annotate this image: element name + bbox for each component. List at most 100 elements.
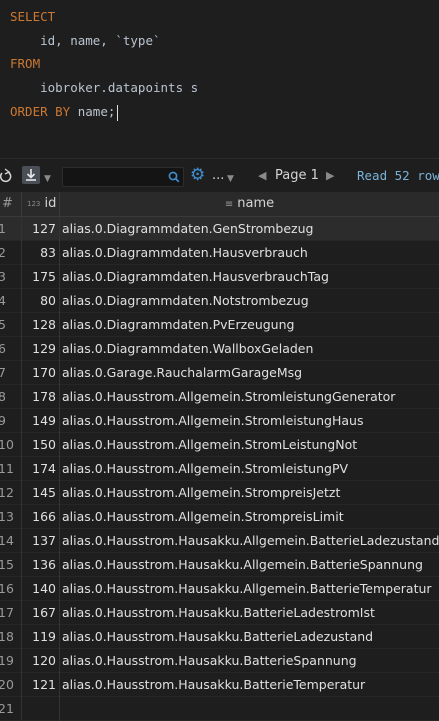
cell-name[interactable]: alias.0.Hausstrom.Allgemein.Stromleistun… [62,409,363,433]
table-row[interactable]: 14 137 alias.0.Hausstrom.Hausakku.Allgemei… [0,529,439,553]
table-row[interactable]: 7 170 alias.0.Garage.RauchalarmGarageMsg [0,361,439,385]
table-row[interactable]: 17 167 alias.0.Hausstrom.Hausakku.Batterie… [0,601,439,625]
code-line-from: FROM [10,56,41,71]
row-number: 12 [0,481,22,505]
row-number: 3 [0,265,22,289]
code-line-order-by: ORDER BY name; [10,103,119,121]
cell-name[interactable]: alias.0.Diagrammdaten.Hausverbrauch [62,241,308,265]
table-row[interactable]: 19 120 alias.0.Hausstrom.Hausakku.Batterie… [0,649,439,673]
previous-page-icon[interactable]: ◀ [258,165,266,187]
row-number: 14 [0,529,22,553]
cell-name[interactable]: alias.0.Hausstrom.Hausakku.BatterieLades… [62,601,375,625]
text-type-icon: ≡ [224,199,234,210]
cell-id[interactable]: 121 [22,673,60,697]
cell-id[interactable]: 178 [22,385,60,409]
cell-name[interactable]: alias.0.Diagrammdaten.Notstrombezug [62,289,309,313]
cell-id[interactable]: 136 [22,553,60,577]
row-number: 18 [0,625,22,649]
cell-name[interactable]: alias.0.Hausstrom.Hausakku.Allgemein.Bat… [62,553,423,577]
row-number: 17 [0,601,22,625]
cell-id[interactable]: 166 [22,505,60,529]
cell-name[interactable]: alias.0.Hausstrom.Hausakku.Allgemein.Bat… [62,529,439,553]
cell-name[interactable]: alias.0.Garage.RauchalarmGarageMsg [62,361,302,385]
code-line-select: SELECT [10,9,56,24]
table-row[interactable]: 5 128 alias.0.Diagrammdaten.PvErzeugung [0,313,439,337]
table-row[interactable]: 16 140 alias.0.Hausstrom.Hausakku.Allgemei… [0,577,439,601]
cell-name[interactable]: alias.0.Diagrammdaten.HausverbrauchTag [62,265,329,289]
cell-id[interactable]: 80 [22,289,60,313]
more-options-dropdown-icon[interactable]: ▼ [227,165,234,187]
table-row[interactable]: 8 178 alias.0.Hausstrom.Allgemein.Stromlei… [0,385,439,409]
cell-id[interactable]: 127 [22,217,60,241]
row-number: 13 [0,505,22,529]
export-button[interactable] [22,166,40,184]
cell-name[interactable]: alias.0.Hausstrom.Hausakku.BatterieTempe… [62,673,365,697]
column-header-name-label: name [237,196,275,211]
more-options-button[interactable]: ... [212,165,224,187]
table-row[interactable]: 15 136 alias.0.Hausstrom.Hausakku.Allgemei… [0,553,439,577]
cell-name[interactable]: alias.0.Hausstrom.Allgemein.StrompreisJe… [62,481,340,505]
table-row[interactable]: 21 [0,697,439,721]
cell-id[interactable]: 175 [22,265,60,289]
cell-name[interactable]: alias.0.Diagrammdaten.WallboxGeladen [62,337,313,361]
row-number: 10 [0,433,22,457]
cell-name[interactable]: alias.0.Hausstrom.Allgemein.StrompreisLi… [62,505,344,529]
cell-name[interactable]: alias.0.Hausstrom.Allgemein.StromLeistun… [62,433,357,457]
table-row[interactable]: 13 166 alias.0.Hausstrom.Allgemein.Strompr… [0,505,439,529]
sql-editor[interactable]: SELECT id, name, `type` FROM iobroker.da… [0,0,439,158]
column-header-id[interactable]: 123 id [22,192,60,216]
refresh-icon[interactable] [0,165,12,187]
cell-name[interactable]: alias.0.Hausstrom.Allgemein.Stromleistun… [62,385,395,409]
cell-name[interactable]: alias.0.Hausstrom.Hausakku.BatterieLadez… [62,625,373,649]
table-row[interactable]: 1 127 alias.0.Diagrammdaten.GenStrombezug [0,217,439,241]
row-number: 16 [0,577,22,601]
table-row[interactable]: 11 174 alias.0.Hausstrom.Allgemein.Stromle… [0,457,439,481]
cell-id[interactable]: 128 [22,313,60,337]
cell-id[interactable]: 149 [22,409,60,433]
cell-id[interactable]: 83 [22,241,60,265]
order-by-column: name; [70,104,116,119]
order-by-keyword: ORDER BY [10,104,71,119]
filter-input[interactable] [62,167,184,187]
table-row[interactable]: 3 175 alias.0.Diagrammdaten.HausverbrauchT… [0,265,439,289]
code-line-columns: id, name, `type` [10,33,161,48]
table-row[interactable]: 6 129 alias.0.Diagrammdaten.WallboxGeladen [0,337,439,361]
cell-name[interactable]: alias.0.Hausstrom.Hausakku.BatterieSpann… [62,649,357,673]
cell-id[interactable]: 167 [22,601,60,625]
table-row[interactable]: 12 145 alias.0.Hausstrom.Allgemein.Strompr… [0,481,439,505]
cell-id[interactable]: 140 [22,577,60,601]
cell-id[interactable] [22,697,60,721]
table-row[interactable]: 9 149 alias.0.Hausstrom.Allgemein.Stromlei… [0,409,439,433]
row-number: 7 [0,361,22,385]
table-row[interactable]: 20 121 alias.0.Hausstrom.Hausakku.Batterie… [0,673,439,697]
row-number: 4 [0,289,22,313]
cell-name[interactable]: alias.0.Hausstrom.Allgemein.Stromleistun… [62,457,348,481]
table-row[interactable]: 10 150 alias.0.Hausstrom.Allgemein.StromLe… [0,433,439,457]
row-number: 11 [0,457,22,481]
cell-name[interactable]: alias.0.Hausstrom.Hausakku.Allgemein.Bat… [62,577,432,601]
export-dropdown-icon[interactable]: ▼ [44,165,51,187]
table-row[interactable]: 4 80 alias.0.Diagrammdaten.Notstrombezug [0,289,439,313]
cell-id[interactable]: 145 [22,481,60,505]
cell-id[interactable]: 170 [22,361,60,385]
row-number-header: # [0,192,22,216]
row-number: 6 [0,337,22,361]
cell-name[interactable]: alias.0.Diagrammdaten.GenStrombezug [62,217,313,241]
search-icon[interactable] [168,168,180,191]
cell-id[interactable]: 174 [22,457,60,481]
cell-id[interactable]: 150 [22,433,60,457]
column-header-name[interactable]: ≡ name [60,192,439,216]
next-page-icon[interactable]: ▶ [326,165,334,187]
cell-name[interactable]: alias.0.Diagrammdaten.PvErzeugung [62,313,294,337]
gear-icon[interactable]: ⚙ [190,164,205,186]
cell-id[interactable]: 120 [22,649,60,673]
results-toolbar: ▼ ⚙ ... ▼ ◀ Page 1 ▶ Read 52 rows [0,158,439,193]
table-row[interactable]: 2 83 alias.0.Diagrammdaten.Hausverbrauch [0,241,439,265]
row-number: 21 [0,697,22,721]
table-row[interactable]: 18 119 alias.0.Hausstrom.Hausakku.Batterie… [0,625,439,649]
cell-id[interactable]: 129 [22,337,60,361]
cell-id[interactable]: 119 [22,625,60,649]
cell-id[interactable]: 137 [22,529,60,553]
row-number: 1 [0,217,22,241]
row-number: 20 [0,673,22,697]
